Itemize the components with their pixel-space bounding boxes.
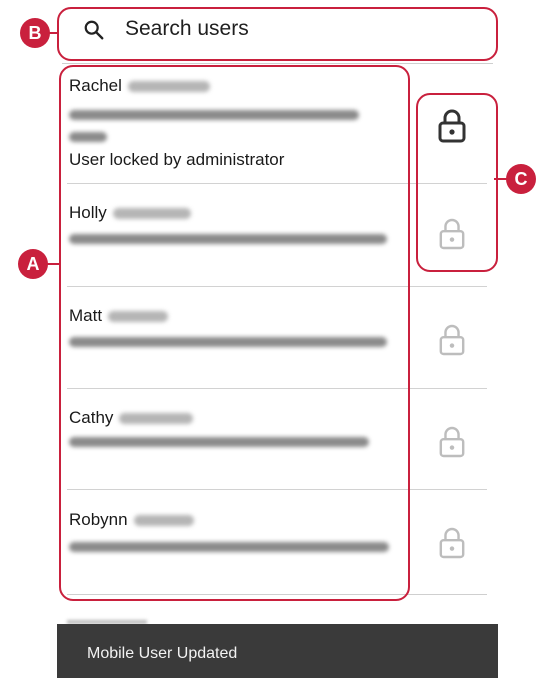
lock-icon[interactable]	[438, 425, 466, 459]
snackbar-message: Mobile User Updated	[87, 645, 238, 662]
lock-icon[interactable]	[438, 526, 466, 560]
snackbar: Mobile User Updated	[57, 624, 498, 678]
callout-c-badge: C	[506, 164, 536, 194]
callout-a-outline	[59, 65, 410, 601]
lock-icon[interactable]	[438, 323, 466, 357]
callout-a-badge: A	[18, 249, 48, 279]
callout-b-outline	[57, 7, 498, 61]
callout-b-badge: B	[20, 18, 50, 48]
callout-c-outline	[416, 93, 498, 272]
